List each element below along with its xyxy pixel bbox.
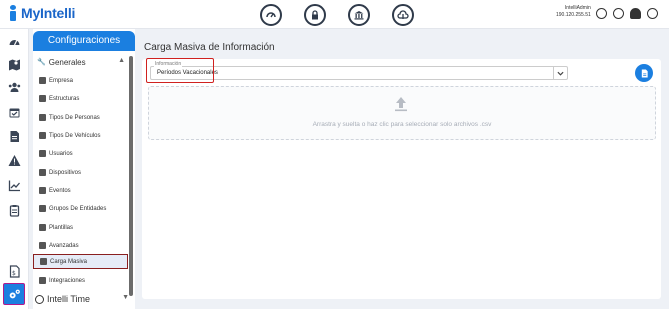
annotation-highlight: [146, 58, 214, 83]
report-icon[interactable]: $: [8, 265, 21, 278]
chevron-up-icon: ▲: [118, 57, 125, 64]
events-icon: [39, 187, 46, 194]
template-icon: [39, 224, 46, 231]
sidebar-item-estructuras[interactable]: Estructuras: [33, 91, 127, 106]
integration-icon: [39, 277, 46, 284]
file-upload-icon: [40, 258, 47, 265]
dashboard-icon[interactable]: [260, 4, 282, 26]
sidebar-item-integraciones[interactable]: Integraciones: [33, 273, 127, 288]
sidebar-item-tipos-de-vehiculos[interactable]: Tipos De Vehículos: [33, 128, 127, 143]
sidebar-title: Configuraciones: [33, 31, 135, 51]
sidebar-item-plantillas[interactable]: Plantillas: [33, 220, 127, 235]
device-icon: [39, 169, 46, 176]
section-label: Generales: [48, 57, 86, 67]
sidebar-item-label: Eventos: [49, 187, 71, 194]
sidebar-item-label: Carga Masiva: [50, 258, 88, 265]
upload-arrow-icon: [395, 97, 407, 112]
lock-icon[interactable]: [304, 4, 326, 26]
sidebar-item-carga-masiva[interactable]: Carga Masiva: [33, 254, 128, 269]
advanced-icon: [39, 242, 46, 249]
sidebar-item-grupos-de-entidades[interactable]: Grupos De Entidades: [33, 201, 127, 216]
sidebar-item-label: Estructuras: [49, 95, 80, 102]
broadcast-icon[interactable]: [613, 8, 624, 19]
people-icon: [39, 114, 46, 121]
sidebar-item-avanzadas[interactable]: Avanzadas: [33, 238, 127, 253]
sidebar-item-label: Dispositivos: [49, 169, 82, 176]
logo-mark-icon: [8, 5, 18, 21]
sidebar-item-label: Plantillas: [49, 224, 74, 231]
clipboard-icon[interactable]: [8, 204, 21, 217]
icon-rail: $: [0, 29, 29, 309]
settings-rail-button[interactable]: [3, 283, 25, 305]
gears-icon: [9, 289, 20, 298]
file-icon: [641, 68, 648, 78]
clock-icon: [35, 294, 44, 304]
sidebar-item-label: Usuarios: [49, 150, 73, 157]
sidebar-item-usuarios[interactable]: Usuarios: [33, 146, 127, 161]
section-generales[interactable]: 🔧 Generales ▲: [33, 54, 129, 70]
logo-text: MyIntelli: [21, 5, 76, 21]
sidebar-item-empresa[interactable]: Empresa: [33, 73, 127, 88]
sidebar-item-label: Avanzadas: [49, 242, 79, 249]
user-info[interactable]: IntelliAdmin 190.120.255.51: [556, 5, 591, 19]
dropzone-text: Arrastra y suelta o haz clic para selecc…: [312, 121, 492, 128]
users-icon: [39, 150, 46, 157]
sidebar-item-label: Integraciones: [49, 277, 86, 284]
sidebar-item-dispositivos[interactable]: Dispositivos: [33, 165, 127, 180]
document-icon[interactable]: [8, 130, 21, 143]
wrench-icon: 🔧: [37, 59, 46, 66]
file-dropzone[interactable]: [148, 86, 656, 140]
building-icon[interactable]: [348, 4, 370, 26]
top-bar: MyIntelli IntelliAdmin 190.120.255.51: [0, 0, 669, 29]
chevron-down-icon[interactable]: [553, 67, 567, 79]
user-name: IntelliAdmin: [564, 5, 591, 11]
calendar-check-icon[interactable]: [8, 106, 21, 119]
speedometer-icon[interactable]: [8, 35, 21, 48]
user-icon[interactable]: [630, 8, 641, 19]
sidebar-item-label: Empresa: [49, 77, 74, 84]
profile-icon[interactable]: [596, 8, 607, 19]
sitemap-icon: [39, 95, 46, 102]
power-icon[interactable]: [647, 8, 658, 19]
app-logo[interactable]: MyIntelli: [8, 5, 75, 21]
map-icon[interactable]: [8, 58, 21, 71]
section-label: Intelli Time: [47, 294, 91, 304]
sidebar-item-label: Grupos De Entidades: [49, 205, 107, 212]
car-icon: [39, 132, 46, 139]
warning-icon[interactable]: [8, 154, 21, 167]
top-module-icons: [260, 4, 414, 26]
building-icon: [39, 77, 46, 84]
download-template-button[interactable]: [635, 64, 653, 82]
sidebar-item-label: Tipos De Vehículos: [49, 132, 101, 139]
user-actions: [596, 8, 658, 19]
user-ip: 190.120.255.51: [556, 12, 591, 18]
sidebar-scrollbar[interactable]: [129, 56, 133, 296]
group-icon: [39, 205, 46, 212]
svg-text:$: $: [12, 270, 16, 277]
cloud-icon[interactable]: [392, 4, 414, 26]
page-title: Carga Masiva de Información: [144, 42, 275, 53]
chevron-down-icon: ▼: [122, 294, 129, 301]
sidebar-item-tipos-de-personas[interactable]: Tipos De Personas: [33, 110, 127, 125]
section-intelli-time[interactable]: Intelli Time ▼: [33, 291, 135, 307]
chart-icon[interactable]: [8, 179, 21, 192]
config-sidebar: Configuraciones 🔧 Generales ▲ Empresa Es…: [33, 29, 135, 309]
sidebar-item-eventos[interactable]: Eventos: [33, 183, 127, 198]
people-icon[interactable]: [8, 81, 21, 94]
sidebar-item-label: Tipos De Personas: [49, 114, 100, 121]
